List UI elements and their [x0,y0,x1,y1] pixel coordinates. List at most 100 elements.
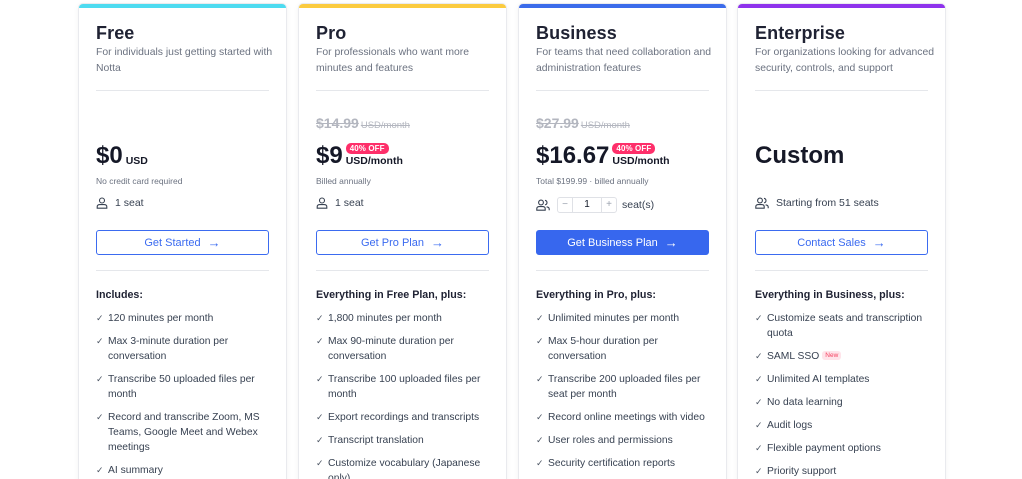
decrement-button[interactable]: − [558,198,572,212]
divider [316,90,489,91]
feature-item: ✓ Transcript translation [316,435,424,446]
check-icon: ✓ [316,336,324,346]
price-unit: USD/month [345,155,403,167]
feature-item: ✓ SAML SSO New [755,349,927,364]
price-unit: USD/month [612,155,670,167]
price-row: $9 40% OFF USD/month [316,142,403,170]
check-icon: ✓ [316,435,324,445]
includes-title: Everything in Business, plus: [755,289,905,301]
includes-title: Everything in Pro, plus: [536,289,656,301]
users-icon [536,199,550,211]
seat-label: seat(s) [622,199,655,211]
seat-selector: − 1 + seat(s) [536,197,654,213]
feature-item: ✓ Export recordings and transcripts [316,412,480,423]
price-note: No credit card required [96,176,183,186]
new-badge: New [822,351,842,360]
original-price-amount: $14.99 [316,115,359,131]
plan-card-free: Free For individuals just getting starte… [78,3,287,479]
user-icon [96,197,108,209]
cta-label: Get Business Plan [567,236,658,249]
arrow-right-icon: → [872,235,886,250]
feature-item: ✓ Transcribe 200 uploaded files per seat … [536,374,701,400]
seat-label: 1 seat [335,197,364,209]
plan-description: For teams that need collaboration and ad… [536,47,712,74]
seat-info: 1 seat [96,197,144,209]
feature-list: ✓ Unlimited minutes per month ✓ Max 5-hour… [536,311,708,479]
original-price: $27.99 USD/month [536,115,630,133]
plan-name: Enterprise [755,23,846,43]
contact-sales-button[interactable]: Contact Sales → [755,230,928,255]
feature-item: ✓ Unlimited minutes per month [536,313,680,324]
check-icon: ✓ [755,420,763,430]
seat-count-input[interactable]: 1 [572,198,602,212]
feature-item: ✓ Max 90-minute duration per conversation [316,336,454,362]
feature-item: ✓ Transcribe 100 uploaded files per month [316,374,481,400]
feature-item: ✓ 120 minutes per month [96,313,214,324]
check-icon: ✓ [755,397,763,407]
plan-name: Pro [316,23,347,43]
check-icon: ✓ [96,412,104,422]
arrow-right-icon: → [207,235,221,250]
discount-badge: 40% OFF [345,143,389,154]
check-icon: ✓ [96,374,104,384]
price: $16.67 [536,142,610,169]
plan-description: For individuals just getting started wit… [96,47,273,74]
includes-title: Includes: [96,289,143,301]
cta-label: Get Started [144,236,201,249]
get-business-plan-button[interactable]: Get Business Plan → [536,230,709,255]
feature-list: ✓ 1,800 minutes per month ✓ Max 90-minute … [316,311,488,479]
check-icon: ✓ [755,374,763,384]
divider [536,90,709,91]
check-icon: ✓ [755,351,763,361]
divider [96,270,269,271]
feature-item: ✓ Transcribe 50 uploaded files per month [96,374,255,400]
get-pro-plan-button[interactable]: Get Pro Plan → [316,230,489,255]
get-started-button[interactable]: Get Started → [96,230,269,255]
feature-list: ✓ Customize seats and transcription quota… [755,311,927,479]
check-icon: ✓ [536,458,544,468]
check-icon: ✓ [536,374,544,384]
discount-badge: 40% OFF [612,143,656,154]
feature-list: ✓ 120 minutes per month ✓ Max 3-minute dur… [96,311,268,479]
check-icon: ✓ [316,313,324,323]
price-note: Billed annually [316,176,371,186]
feature-item: ✓ User roles and permissions [536,435,673,446]
feature-item: ✓ Max 3-minute duration per conversation [96,336,229,362]
original-price-unit: USD/month [360,120,410,131]
price-note: Total $199.99 · billed annually [536,176,649,186]
arrow-right-icon: → [430,235,444,250]
divider [316,270,489,271]
check-icon: ✓ [96,313,104,323]
seat-info: Starting from 51 seats [755,197,879,209]
plan-name: Free [96,23,135,43]
plan-card-pro: Pro For professionals who want more minu… [298,3,507,479]
feature-item: ✓ Unlimited AI templates [755,374,870,385]
increment-button[interactable]: + [602,198,616,212]
divider [755,270,928,271]
feature-item: ✓ 1,800 minutes per month [316,313,442,324]
divider [536,270,709,271]
cta-label: Contact Sales [797,236,866,249]
price-row: Custom [755,142,844,170]
original-price: $14.99 USD/month [316,115,410,133]
plan-card-business: Business For teams that need collaborati… [518,3,727,479]
check-icon: ✓ [536,313,544,323]
users-icon [755,197,769,209]
divider [96,90,269,91]
feature-item: ✓ Priority support [755,466,837,477]
feature-item: ✓ Customize vocabulary (Japanese only) [316,458,481,479]
original-price-unit: USD/month [580,120,630,131]
check-icon: ✓ [536,412,544,422]
check-icon: ✓ [316,412,324,422]
feature-item: ✓ Record and transcribe Zoom, MS Teams, G… [96,412,260,453]
user-icon [316,197,328,209]
check-icon: ✓ [755,466,763,476]
arrow-right-icon: → [664,235,678,250]
feature-item: ✓ No data learning [755,397,843,408]
price: $0 [96,142,123,169]
check-icon: ✓ [755,443,763,453]
seat-info: 1 seat [316,197,364,209]
seat-label: 1 seat [115,197,144,209]
check-icon: ✓ [316,374,324,384]
seat-stepper: − 1 + [557,197,617,213]
